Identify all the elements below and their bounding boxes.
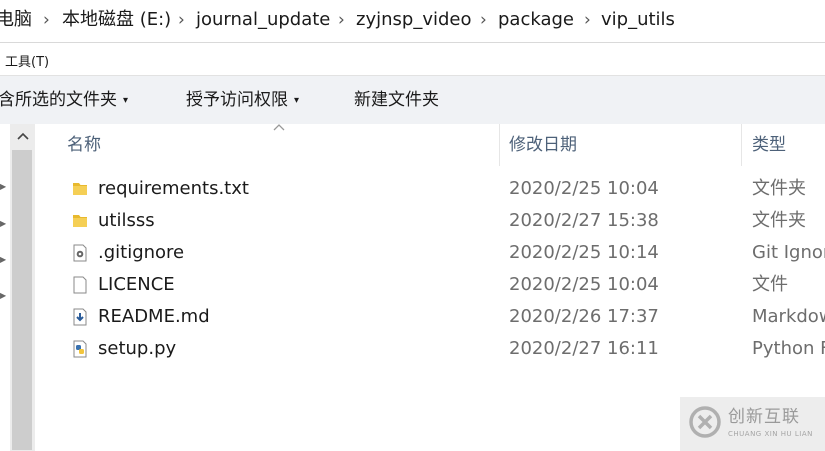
address-bar[interactable]: 电脑 › 本地磁盘 (E:) › journal_update › zyjnsp…	[0, 0, 825, 43]
watermark-title: 创新互联	[728, 407, 800, 427]
watermark: 创新互联 CHUANG XIN HU LIAN	[680, 397, 825, 451]
grant-access-label: 授予访问权限	[186, 90, 288, 110]
menu-bar: 工具(T)	[0, 43, 825, 75]
file-modified-date: 2020/2/27 15:38	[509, 210, 659, 231]
file-modified-date: 2020/2/25 10:04	[509, 178, 659, 199]
breadcrumb-this-pc[interactable]: 电脑	[0, 9, 32, 31]
file-modified-date: 2020/2/25 10:04	[509, 274, 659, 295]
watermark-logo	[689, 406, 721, 438]
dropdown-caret-icon: ▾	[123, 95, 129, 106]
expand-arrow-icon[interactable]: ▶	[0, 182, 6, 191]
menu-tools[interactable]: 工具(T)	[5, 55, 49, 71]
breadcrumb-zyjnsp-video[interactable]: zyjnsp_video	[356, 9, 471, 31]
include-in-library-label: 含所选的文件夹	[0, 90, 117, 110]
folder-icon	[73, 215, 87, 227]
file-name: README.md	[98, 306, 210, 327]
file-row[interactable]: LICENCE 2020/2/25 10:04 文件	[35, 269, 825, 301]
breadcrumb-vip-utils[interactable]: vip_utils	[601, 9, 675, 31]
sort-ascending-icon	[273, 120, 285, 134]
chevron-right-icon[interactable]: ›	[584, 9, 591, 31]
expand-arrow-icon[interactable]: ▶	[0, 219, 6, 228]
column-header-date[interactable]: 修改日期	[509, 124, 577, 166]
nav-scrollbar[interactable]	[10, 124, 35, 451]
file-name: setup.py	[98, 338, 177, 359]
column-divider[interactable]	[499, 124, 500, 166]
file-name: utilsss	[98, 210, 155, 231]
expand-arrow-icon[interactable]: ▶	[0, 255, 6, 264]
file-type: Markdow	[752, 306, 825, 327]
folder-icon	[73, 183, 87, 195]
chevron-right-icon[interactable]: ›	[43, 9, 50, 31]
gear-file-icon	[73, 244, 87, 262]
scroll-thumb[interactable]	[12, 150, 32, 450]
column-header-name[interactable]: 名称	[67, 124, 101, 166]
file-row[interactable]: setup.py 2020/2/27 16:11 Python F	[35, 333, 825, 365]
scroll-up-arrow-icon[interactable]	[10, 124, 35, 148]
download-file-icon	[73, 308, 87, 326]
breadcrumb-package[interactable]: package	[498, 9, 574, 31]
file-row[interactable]: utilsss 2020/2/27 15:38 文件夹	[35, 205, 825, 237]
file-name: requirements.txt	[98, 178, 249, 199]
chevron-right-icon[interactable]: ›	[480, 9, 487, 31]
file-modified-date: 2020/2/25 10:14	[509, 242, 659, 263]
file-type: Git Ignor	[752, 242, 825, 263]
file-name: LICENCE	[98, 274, 175, 295]
include-in-library-button[interactable]: 含所选的文件夹 ▾	[0, 89, 128, 114]
breadcrumb-journal-update[interactable]: journal_update	[196, 9, 330, 31]
file-type: 文件夹	[752, 178, 806, 199]
watermark-subtitle: CHUANG XIN HU LIAN	[728, 430, 813, 438]
file-row[interactable]: README.md 2020/2/26 17:37 Markdow	[35, 301, 825, 333]
file-name: .gitignore	[98, 242, 185, 263]
file-modified-date: 2020/2/27 16:11	[509, 338, 659, 359]
breadcrumb-drive-e[interactable]: 本地磁盘 (E:)	[62, 9, 171, 31]
blank-file-icon	[73, 276, 87, 294]
chevron-right-icon[interactable]: ›	[178, 9, 185, 31]
file-modified-date: 2020/2/26 17:37	[509, 306, 659, 327]
chevron-right-icon[interactable]: ›	[338, 9, 345, 31]
column-divider[interactable]	[741, 124, 742, 166]
expand-arrow-icon[interactable]: ▶	[0, 291, 6, 300]
file-row[interactable]: .gitignore 2020/2/25 10:14 Git Ignor	[35, 237, 825, 269]
navigation-pane[interactable]: ▶ ▶ ▶ ▶	[0, 124, 10, 451]
dropdown-caret-icon: ▾	[294, 95, 300, 106]
file-type: Python F	[752, 338, 825, 359]
python-file-icon	[73, 340, 87, 358]
grant-access-button[interactable]: 授予访问权限 ▾	[186, 89, 299, 114]
file-type: 文件	[752, 274, 788, 295]
file-row[interactable]: requirements.txt 2020/2/25 10:04 文件夹	[35, 173, 825, 205]
new-folder-button[interactable]: 新建文件夹	[354, 89, 439, 111]
command-toolbar: 含所选的文件夹 ▾ 授予访问权限 ▾ 新建文件夹	[0, 75, 825, 125]
column-header-type[interactable]: 类型	[752, 124, 786, 166]
file-type: 文件夹	[752, 210, 806, 231]
